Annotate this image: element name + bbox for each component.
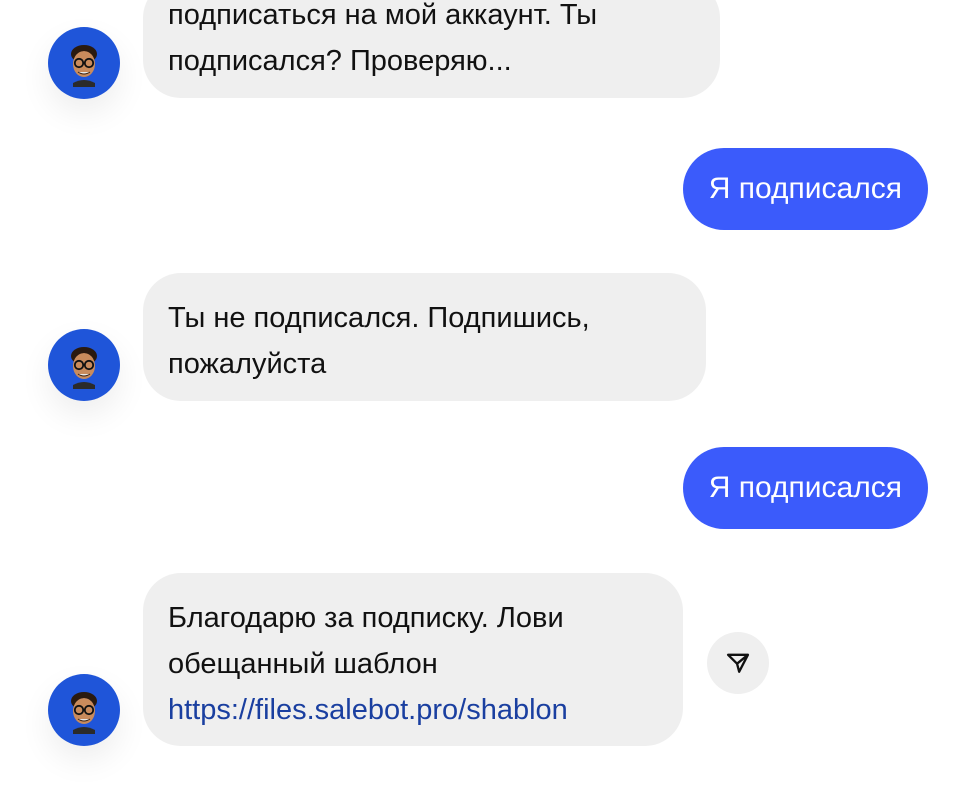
memoji-avatar-icon (71, 347, 97, 389)
bot-message-2: Ты не подписался. Подпишись, пожалуйста (143, 273, 706, 401)
message-text-line: подписаться на мой аккаунт. Ты (168, 0, 598, 31)
message-text-line: Ты не подписался. Подпишись, (168, 302, 590, 334)
bot-message-3: Благодарю за подписку. Лови обещанный ша… (143, 573, 683, 746)
message-text-line: подписался? Проверяю... (168, 45, 512, 77)
memoji-avatar-icon (71, 45, 97, 87)
send-paper-plane-icon (726, 653, 750, 673)
message-text-line: обещанный шаблон (168, 648, 438, 680)
bot-avatar (48, 329, 120, 401)
memoji-avatar-icon (71, 692, 97, 734)
bot-message-1: подписаться на мой аккаунт. Ты подписалс… (143, 0, 720, 98)
user-message-2: Я подписался (682, 447, 928, 529)
message-text-line: Благодарю за подписку. Лови (168, 602, 564, 634)
user-message-1: Я подписался (682, 148, 928, 230)
template-link[interactable]: https://files.salebot.pro/shablon (168, 687, 657, 733)
message-text-line: пожалуйста (168, 348, 327, 380)
bot-avatar (48, 27, 120, 99)
share-button[interactable] (707, 632, 769, 694)
bot-avatar (48, 674, 120, 746)
